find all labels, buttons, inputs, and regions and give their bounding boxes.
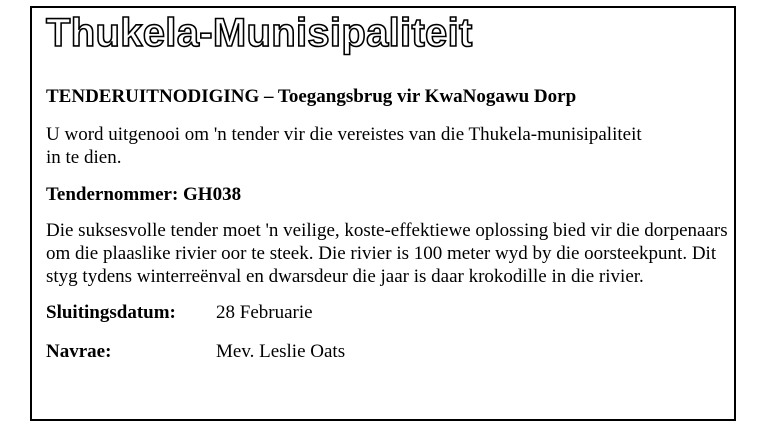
notice-heading: TENDERUITNODIGING – Toegangsbrug vir Kwa…	[46, 86, 577, 107]
description-paragraph: Die suksesvolle tender moet 'n veilige, …	[46, 220, 728, 287]
enquiries-value: Mev. Leslie Oats	[216, 341, 346, 362]
closing-date-value: 28 Februarie	[216, 302, 313, 323]
tender-notice: Thukela-Munisipaliteit TENDERUITNODIGING…	[30, 6, 736, 421]
municipality-logo: Thukela-Munisipaliteit	[45, 10, 473, 56]
intro-paragraph: U word uitgenooi om 'n tender vir die ve…	[46, 124, 642, 168]
tender-number: Tendernommer: GH038	[46, 184, 242, 205]
enquiries-label: Navrae:	[46, 341, 112, 362]
enquiries-row: Navrae: Mev. Leslie Oats	[46, 341, 720, 363]
closing-date-label: Sluitingsdatum:	[46, 302, 176, 323]
closing-date-row: Sluitingsdatum: 28 Februarie	[46, 302, 720, 324]
